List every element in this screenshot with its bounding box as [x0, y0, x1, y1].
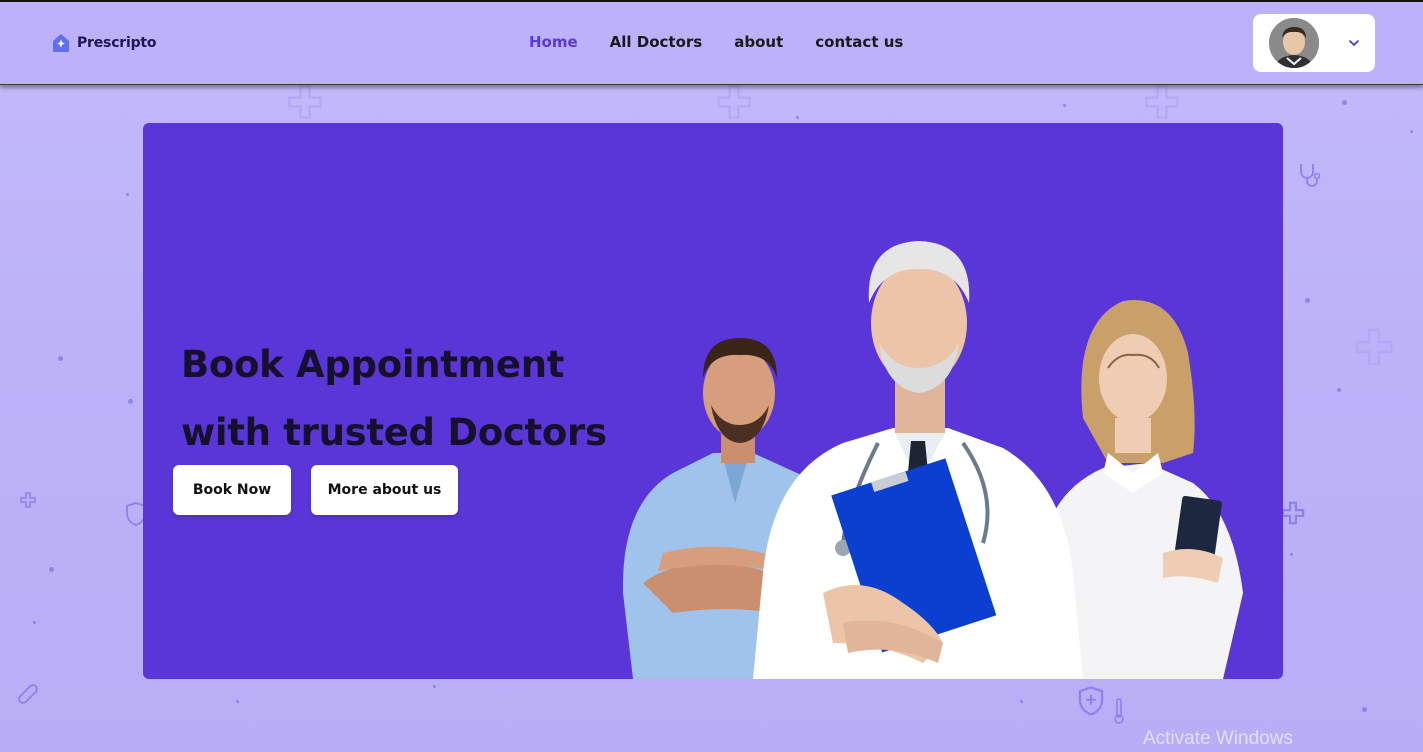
doctor-center-figure [753, 241, 1083, 679]
more-about-us-button[interactable]: More about us [311, 465, 458, 515]
hero-title: Book Appointment with trusted Doctors [181, 331, 641, 467]
activate-windows-watermark: Activate Windows [1143, 728, 1293, 749]
hero-title-line-1: Book Appointment [181, 343, 565, 386]
logo-icon [53, 34, 69, 52]
doctors-group-image [622, 241, 1243, 679]
user-avatar[interactable] [1269, 18, 1319, 68]
book-now-button[interactable]: Book Now [173, 465, 291, 515]
nav-item-all-doctors[interactable]: All Doctors [610, 33, 703, 51]
plus-icon [717, 85, 751, 119]
thermometer-icon [1114, 698, 1124, 724]
nav-item-about[interactable]: about [734, 33, 783, 51]
plus-icon [1355, 328, 1393, 366]
main-nav: Home All Doctors about contact us [529, 33, 903, 51]
chevron-down-icon[interactable] [1347, 36, 1361, 50]
plus-icon [1281, 501, 1305, 525]
brand-logo[interactable]: Prescripto [50, 32, 157, 54]
plus-icon [20, 492, 36, 508]
stethoscope-icon [1300, 164, 1321, 187]
pill-icon [18, 684, 38, 704]
hero-banner: Book Appointment with trusted Doctors Bo… [143, 123, 1283, 679]
profile-menu[interactable] [1253, 14, 1375, 72]
hero-title-line-2: with trusted Doctors [181, 411, 607, 454]
nav-item-contact-us[interactable]: contact us [815, 33, 903, 51]
navbar: Prescripto Home All Doctors about contac… [0, 2, 1423, 85]
brand-name: Prescripto [77, 35, 157, 51]
plus-icon [1145, 85, 1179, 119]
plus-icon [288, 85, 322, 119]
nav-item-home[interactable]: Home [529, 33, 578, 51]
shield-icon [1078, 686, 1104, 716]
